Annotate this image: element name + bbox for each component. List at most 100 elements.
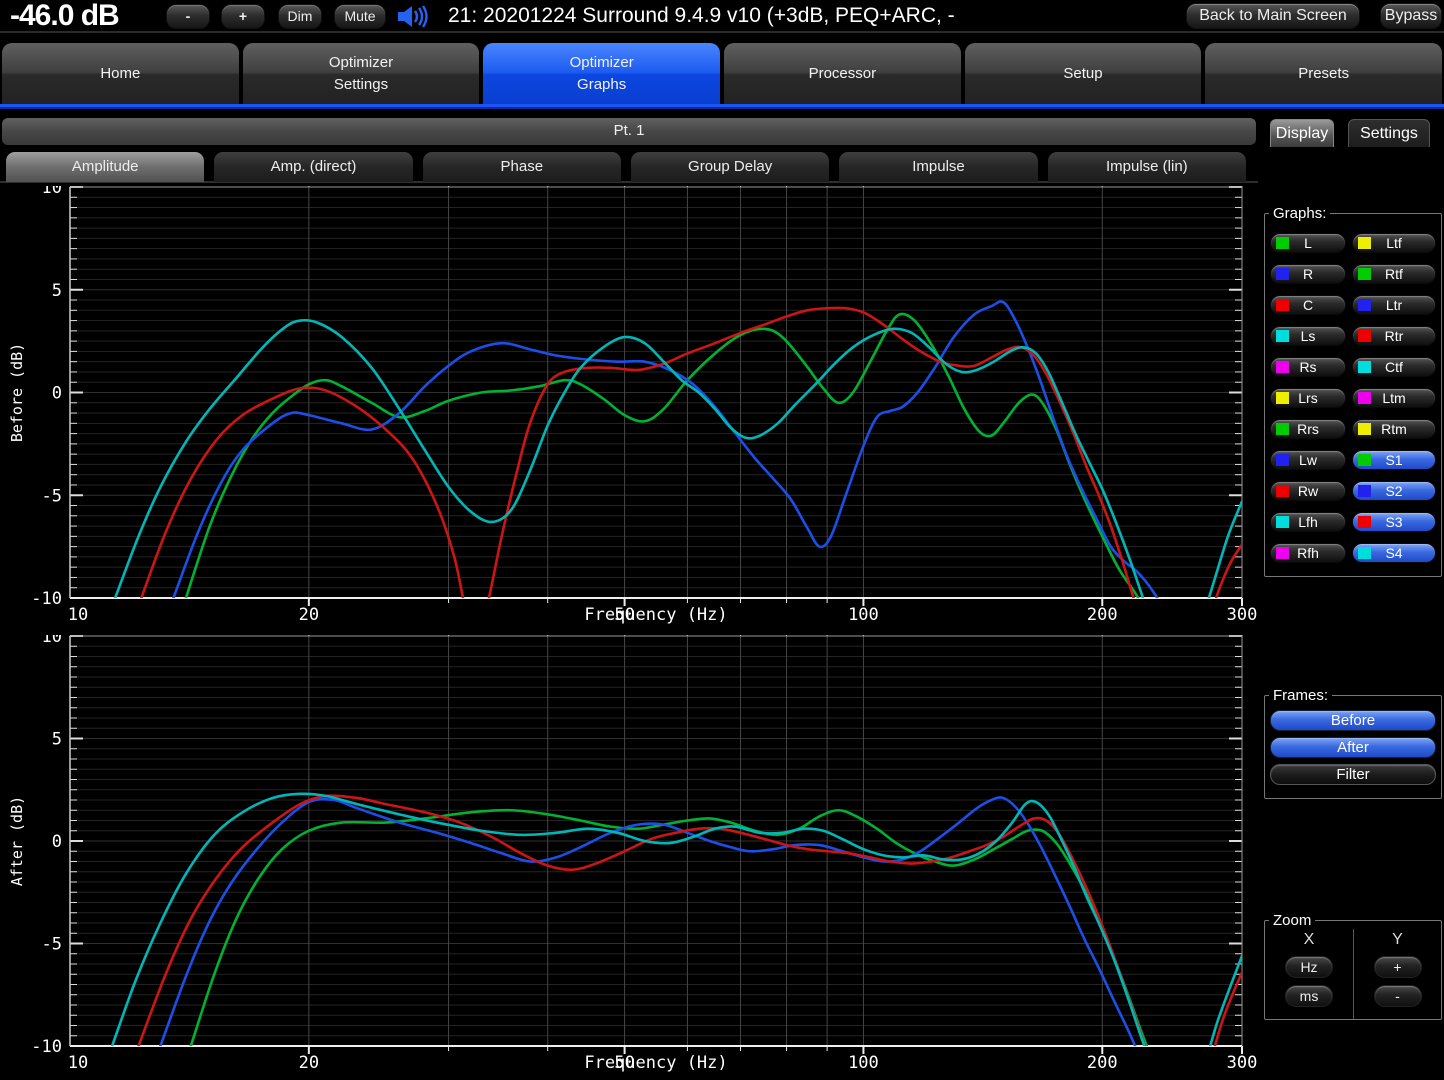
zoom-y-plus-button[interactable]: + [1374,956,1422,978]
main-tab-setup[interactable]: Setup [965,43,1202,104]
channel-color-swatch [1276,454,1289,466]
zoom-ms-button[interactable]: ms [1285,985,1333,1007]
channel-label: S4 [1385,545,1402,561]
frames-legend: Frames: [1269,687,1332,704]
svg-text:0: 0 [52,832,62,852]
preset-title: 21: 20201224 Surround 9.4.9 v10 (+3dB, P… [448,0,955,33]
channel-label: Ltr [1386,297,1402,313]
channel-label: Rrs [1297,421,1319,437]
channel-button-s1[interactable]: S1 [1352,450,1436,470]
channel-color-swatch [1276,330,1289,342]
channel-button-ltr[interactable]: Ltr [1352,295,1436,315]
svg-text:20: 20 [299,605,319,625]
svg-text:10: 10 [42,635,62,647]
channel-button-c[interactable]: C [1270,295,1346,315]
svg-text:20: 20 [299,1053,319,1073]
channel-button-rtr[interactable]: Rtr [1352,326,1436,346]
channel-button-s2[interactable]: S2 [1352,481,1436,501]
channel-button-rtf[interactable]: Rtf [1352,264,1436,284]
channel-label: R [1303,266,1313,282]
zoom-y-column: Y + - [1353,929,1441,1019]
graph-tab-amp-direct-[interactable]: Amp. (direct) [214,152,412,182]
tab-settings[interactable]: Settings [1348,119,1430,147]
graph-tab-phase[interactable]: Phase [423,152,621,182]
channel-button-rs[interactable]: Rs [1270,357,1346,377]
svg-text:10: 10 [68,605,88,625]
channel-button-lfh[interactable]: Lfh [1270,512,1346,532]
main-tab-label: Optimizer [570,52,634,74]
channel-color-swatch [1358,454,1371,466]
channel-button-r[interactable]: R [1270,264,1346,284]
graphs-legend: Graphs: [1269,205,1330,222]
channel-button-l[interactable]: L [1270,233,1346,253]
channel-color-swatch [1276,299,1289,311]
channel-row: Rrs Rtm [1265,419,1441,439]
graph-tab-impulse[interactable]: Impulse [839,152,1037,182]
channel-button-ls[interactable]: Ls [1270,326,1346,346]
channel-color-swatch [1358,237,1371,249]
svg-text:300: 300 [1227,1053,1258,1073]
graph-type-tab-bar: Amplitude Amp. (direct) Phase Group Delay Im… [0,152,1258,183]
active-tab-underline [0,104,1444,109]
channel-label: Lw [1299,452,1317,468]
graphs-group: Graphs: LLtfRRtfCLtrLsRtrRsCtfLrsLtmRrsR… [1264,205,1442,577]
channel-color-swatch [1358,299,1371,311]
svg-text:-10: -10 [31,1037,62,1057]
frame-button-after[interactable]: After [1270,737,1436,758]
tab-display[interactable]: Display [1270,119,1334,147]
channel-button-ctf[interactable]: Ctf [1352,357,1436,377]
main-tab-home[interactable]: Home [2,43,239,104]
channel-color-swatch [1358,268,1371,280]
channel-label: S1 [1385,452,1402,468]
volume-plus-button[interactable]: + [221,4,265,29]
zoom-hz-button[interactable]: Hz [1285,956,1333,978]
channel-button-rrs[interactable]: Rrs [1270,419,1346,439]
channel-button-lrs[interactable]: Lrs [1270,388,1346,408]
channel-label: Lrs [1298,390,1317,406]
channel-button-s4[interactable]: S4 [1352,543,1436,563]
channel-button-rtm[interactable]: Rtm [1352,419,1436,439]
channel-row: R Rtf [1265,264,1441,284]
main-tab-processor[interactable]: Processor [724,43,961,104]
channel-button-ltf[interactable]: Ltf [1352,233,1436,253]
frame-button-before[interactable]: Before [1270,710,1436,731]
channel-color-swatch [1276,423,1289,435]
svg-text:10: 10 [42,186,62,198]
curve-s4 [112,794,1242,1080]
channel-button-rfh[interactable]: Rfh [1270,543,1346,563]
graph-tab-group-delay[interactable]: Group Delay [631,152,829,182]
channel-label: Ctf [1385,359,1403,375]
main-tab-presets[interactable]: Presets [1205,43,1442,104]
back-to-main-button[interactable]: Back to Main Screen [1186,3,1360,29]
channel-button-rw[interactable]: Rw [1270,481,1346,501]
svg-text:-5: -5 [42,486,62,506]
channel-row: L Ltf [1265,233,1441,253]
channel-button-s3[interactable]: S3 [1352,512,1436,532]
graph-tab-amplitude[interactable]: Amplitude [6,152,204,182]
svg-text:200: 200 [1087,1053,1118,1073]
channel-button-ltm[interactable]: Ltm [1352,388,1436,408]
main-tab-label: Home [100,63,140,85]
zoom-y-minus-button[interactable]: - [1374,985,1422,1007]
channel-button-lw[interactable]: Lw [1270,450,1346,470]
dim-button[interactable]: Dim [278,4,322,29]
channel-color-swatch [1358,516,1371,528]
mute-button[interactable]: Mute [334,4,386,29]
main-tab-optimizer-graphs[interactable]: OptimizerGraphs [483,43,720,104]
y-axis-label: Before (dB) [8,343,26,442]
graph-tab-impulse-lin-[interactable]: Impulse (lin) [1048,152,1246,182]
channel-color-swatch [1276,485,1289,497]
channel-row: Rfh S4 [1265,543,1441,563]
channel-label: Lfh [1298,514,1317,530]
point-selector-bar[interactable]: Pt. 1 [2,118,1256,145]
bypass-button[interactable]: Bypass [1380,3,1442,29]
curve-s4 [115,320,1242,632]
main-tab-label: Processor [809,63,877,85]
volume-minus-button[interactable]: - [166,4,210,29]
frame-button-filter[interactable]: Filter [1270,764,1436,785]
frames-group: Frames: Before After Filter [1264,687,1442,799]
channel-color-swatch [1276,268,1289,280]
channel-label: Ltm [1382,390,1405,406]
channel-color-swatch [1358,547,1371,559]
main-tab-optimizer-settings[interactable]: OptimizerSettings [243,43,480,104]
